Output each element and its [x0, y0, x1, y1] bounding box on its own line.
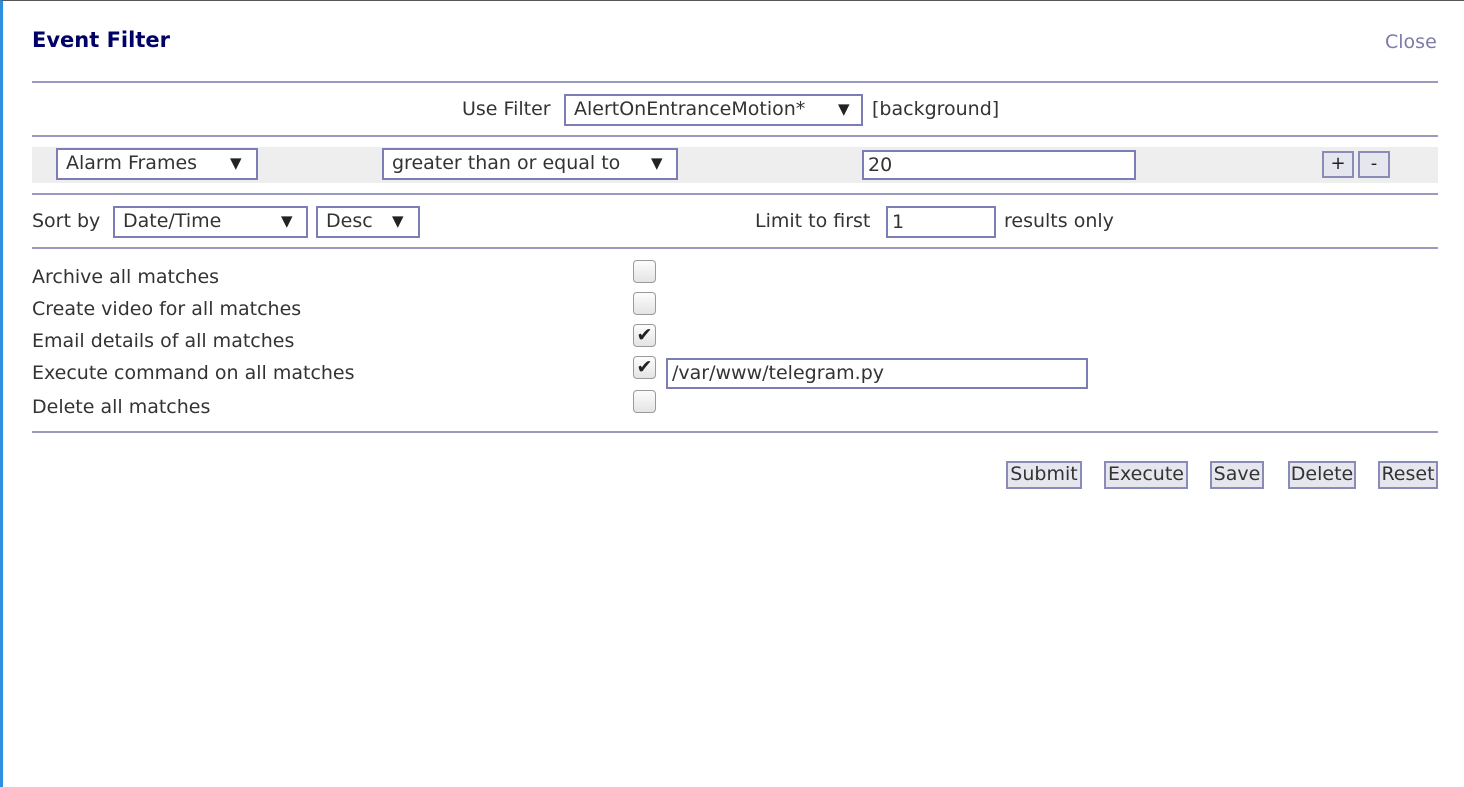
attribute-select[interactable]: Alarm Frames ▼ — [56, 148, 258, 180]
limit-suffix-label: results only — [1004, 210, 1114, 232]
delete-matches-label: Delete all matches — [32, 396, 211, 418]
check-icon: ✔ — [636, 356, 653, 378]
execute-command-label: Execute command on all matches — [32, 362, 355, 384]
delete-matches-checkbox[interactable] — [633, 390, 656, 413]
filter-select-value: AlertOnEntranceMotion* — [574, 98, 806, 120]
chevron-down-icon: ▼ — [651, 154, 663, 172]
create-video-label: Create video for all matches — [32, 298, 302, 320]
limit-input[interactable]: 1 — [886, 206, 996, 238]
divider — [32, 135, 1438, 137]
add-term-button[interactable]: + — [1322, 151, 1354, 178]
chevron-down-icon: ▼ — [392, 212, 404, 230]
divider — [32, 431, 1438, 433]
save-button[interactable]: Save — [1210, 461, 1264, 489]
divider — [32, 81, 1438, 83]
limit-label: Limit to first — [755, 210, 871, 232]
dialog-title: Event Filter — [32, 28, 170, 52]
divider — [32, 247, 1438, 249]
divider — [32, 193, 1438, 195]
operator-select-value: greater than or equal to — [392, 152, 621, 174]
remove-term-button[interactable]: - — [1358, 151, 1390, 178]
chevron-down-icon: ▼ — [281, 212, 293, 230]
check-icon: ✔ — [636, 324, 653, 346]
sort-field-value: Date/Time — [123, 210, 222, 232]
sort-direction-select[interactable]: Desc ▼ — [316, 206, 420, 238]
sort-field-select[interactable]: Date/Time ▼ — [113, 206, 308, 238]
term-value-input[interactable]: 20 — [862, 150, 1136, 180]
reset-button[interactable]: Reset — [1378, 461, 1438, 489]
archive-checkbox[interactable] — [633, 260, 656, 283]
sort-direction-value: Desc — [326, 210, 373, 232]
chevron-down-icon: ▼ — [838, 100, 850, 118]
use-filter-label: Use Filter — [462, 98, 551, 120]
create-video-checkbox[interactable] — [633, 292, 656, 315]
archive-label: Archive all matches — [32, 266, 220, 288]
email-checkbox[interactable]: ✔ — [633, 324, 656, 347]
delete-button[interactable]: Delete — [1288, 461, 1356, 489]
chevron-down-icon: ▼ — [230, 154, 242, 172]
email-label: Email details of all matches — [32, 330, 295, 352]
execute-command-checkbox[interactable]: ✔ — [633, 356, 656, 379]
filter-background-tag: [background] — [872, 98, 1000, 120]
close-link[interactable]: Close — [1385, 31, 1437, 53]
event-filter-dialog: Event Filter Close Use Filter AlertOnEnt… — [0, 0, 1464, 787]
sort-by-label: Sort by — [32, 210, 101, 232]
command-input[interactable]: /var/www/telegram.py — [666, 358, 1088, 389]
filter-select[interactable]: AlertOnEntranceMotion* ▼ — [564, 94, 863, 126]
execute-button[interactable]: Execute — [1104, 461, 1188, 489]
submit-button[interactable]: Submit — [1006, 461, 1082, 489]
operator-select[interactable]: greater than or equal to ▼ — [382, 148, 678, 180]
attribute-select-value: Alarm Frames — [66, 152, 198, 174]
